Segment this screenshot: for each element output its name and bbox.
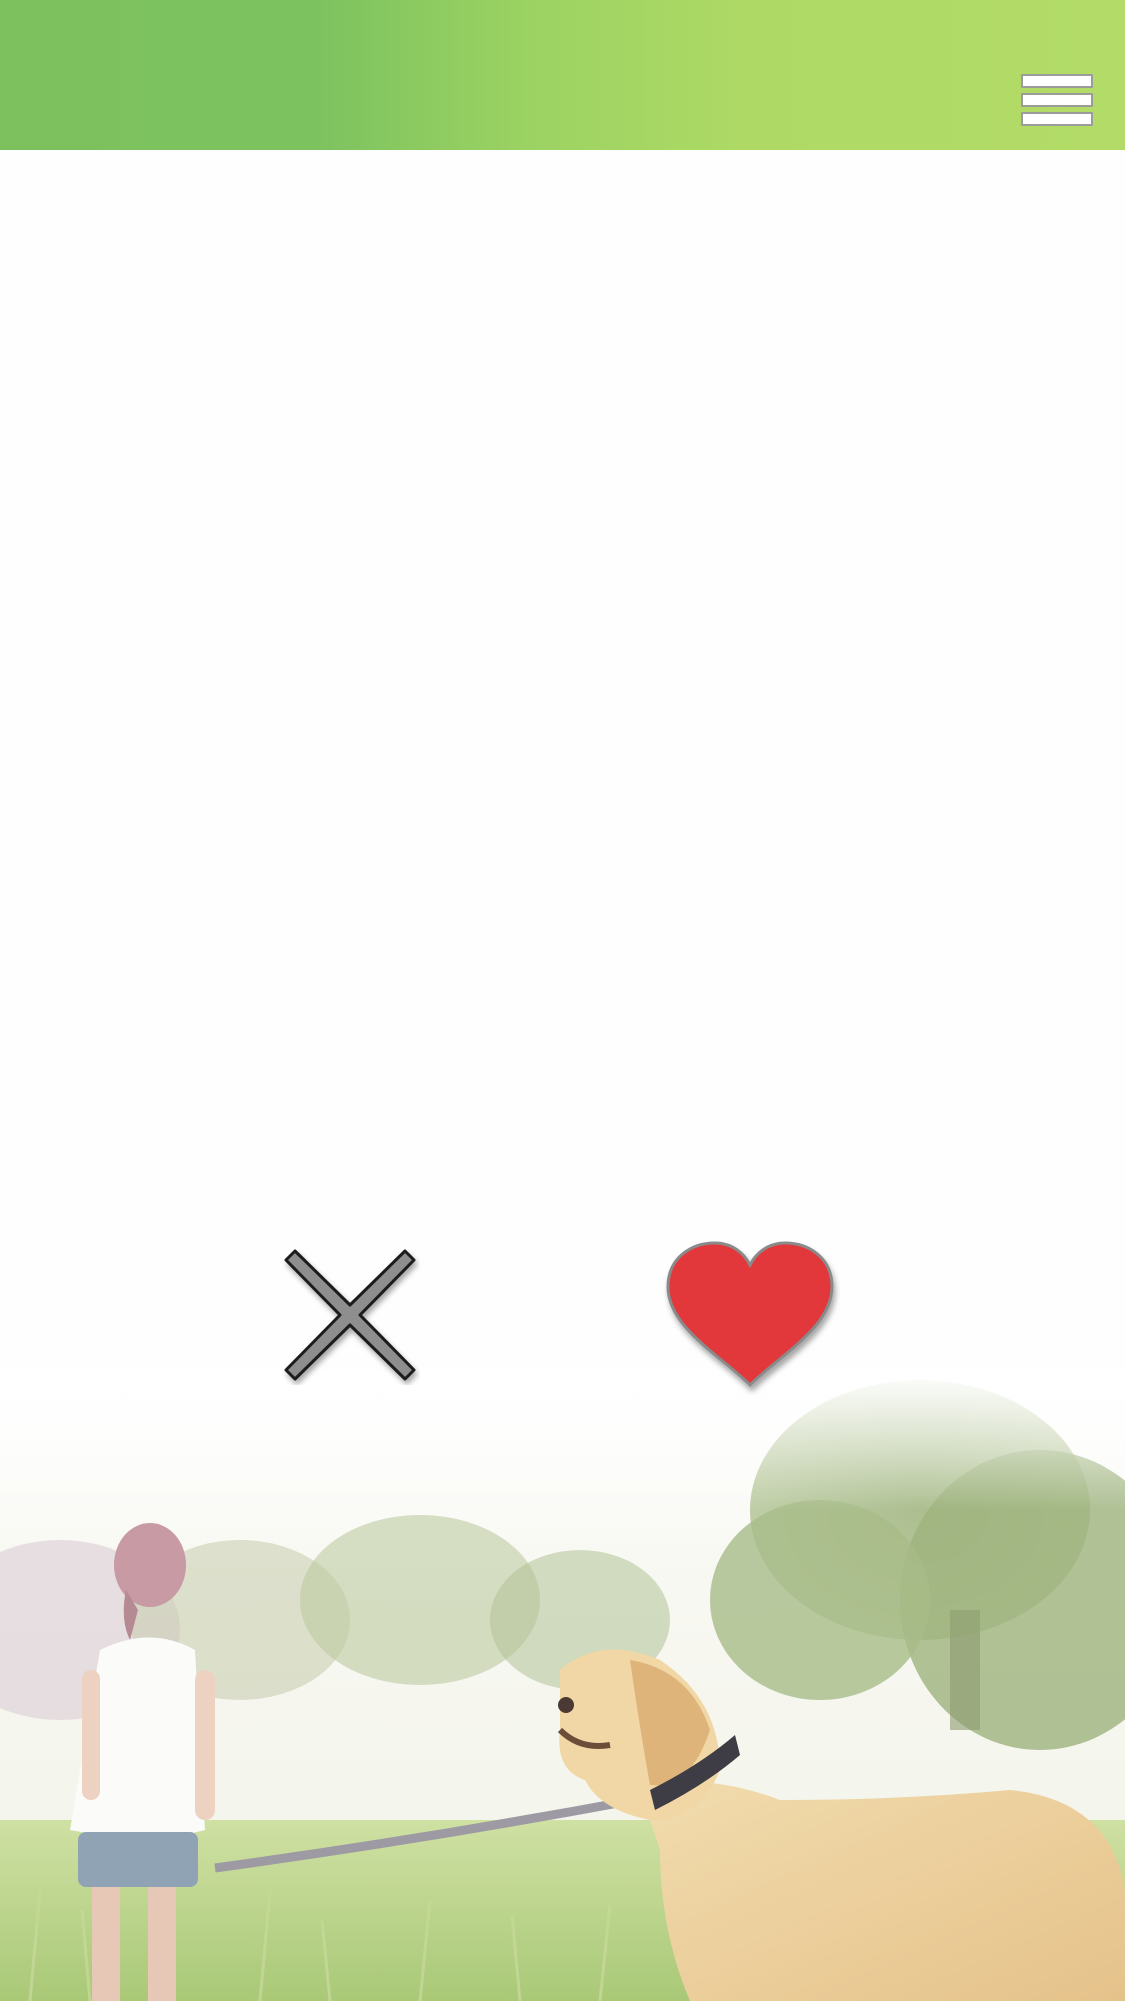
menu-line	[1021, 112, 1093, 126]
dislike-button[interactable]	[280, 1245, 420, 1385]
card-area	[0, 150, 1125, 1240]
header-bar	[0, 0, 1125, 150]
heart-icon	[666, 1241, 834, 1388]
hamburger-menu-icon[interactable]	[1021, 74, 1093, 128]
app-screen	[0, 0, 1125, 2001]
menu-line	[1021, 74, 1093, 88]
background-photo	[0, 1370, 1125, 2001]
like-button[interactable]	[660, 1235, 840, 1395]
menu-line	[1021, 93, 1093, 107]
close-x-icon	[284, 1249, 416, 1381]
